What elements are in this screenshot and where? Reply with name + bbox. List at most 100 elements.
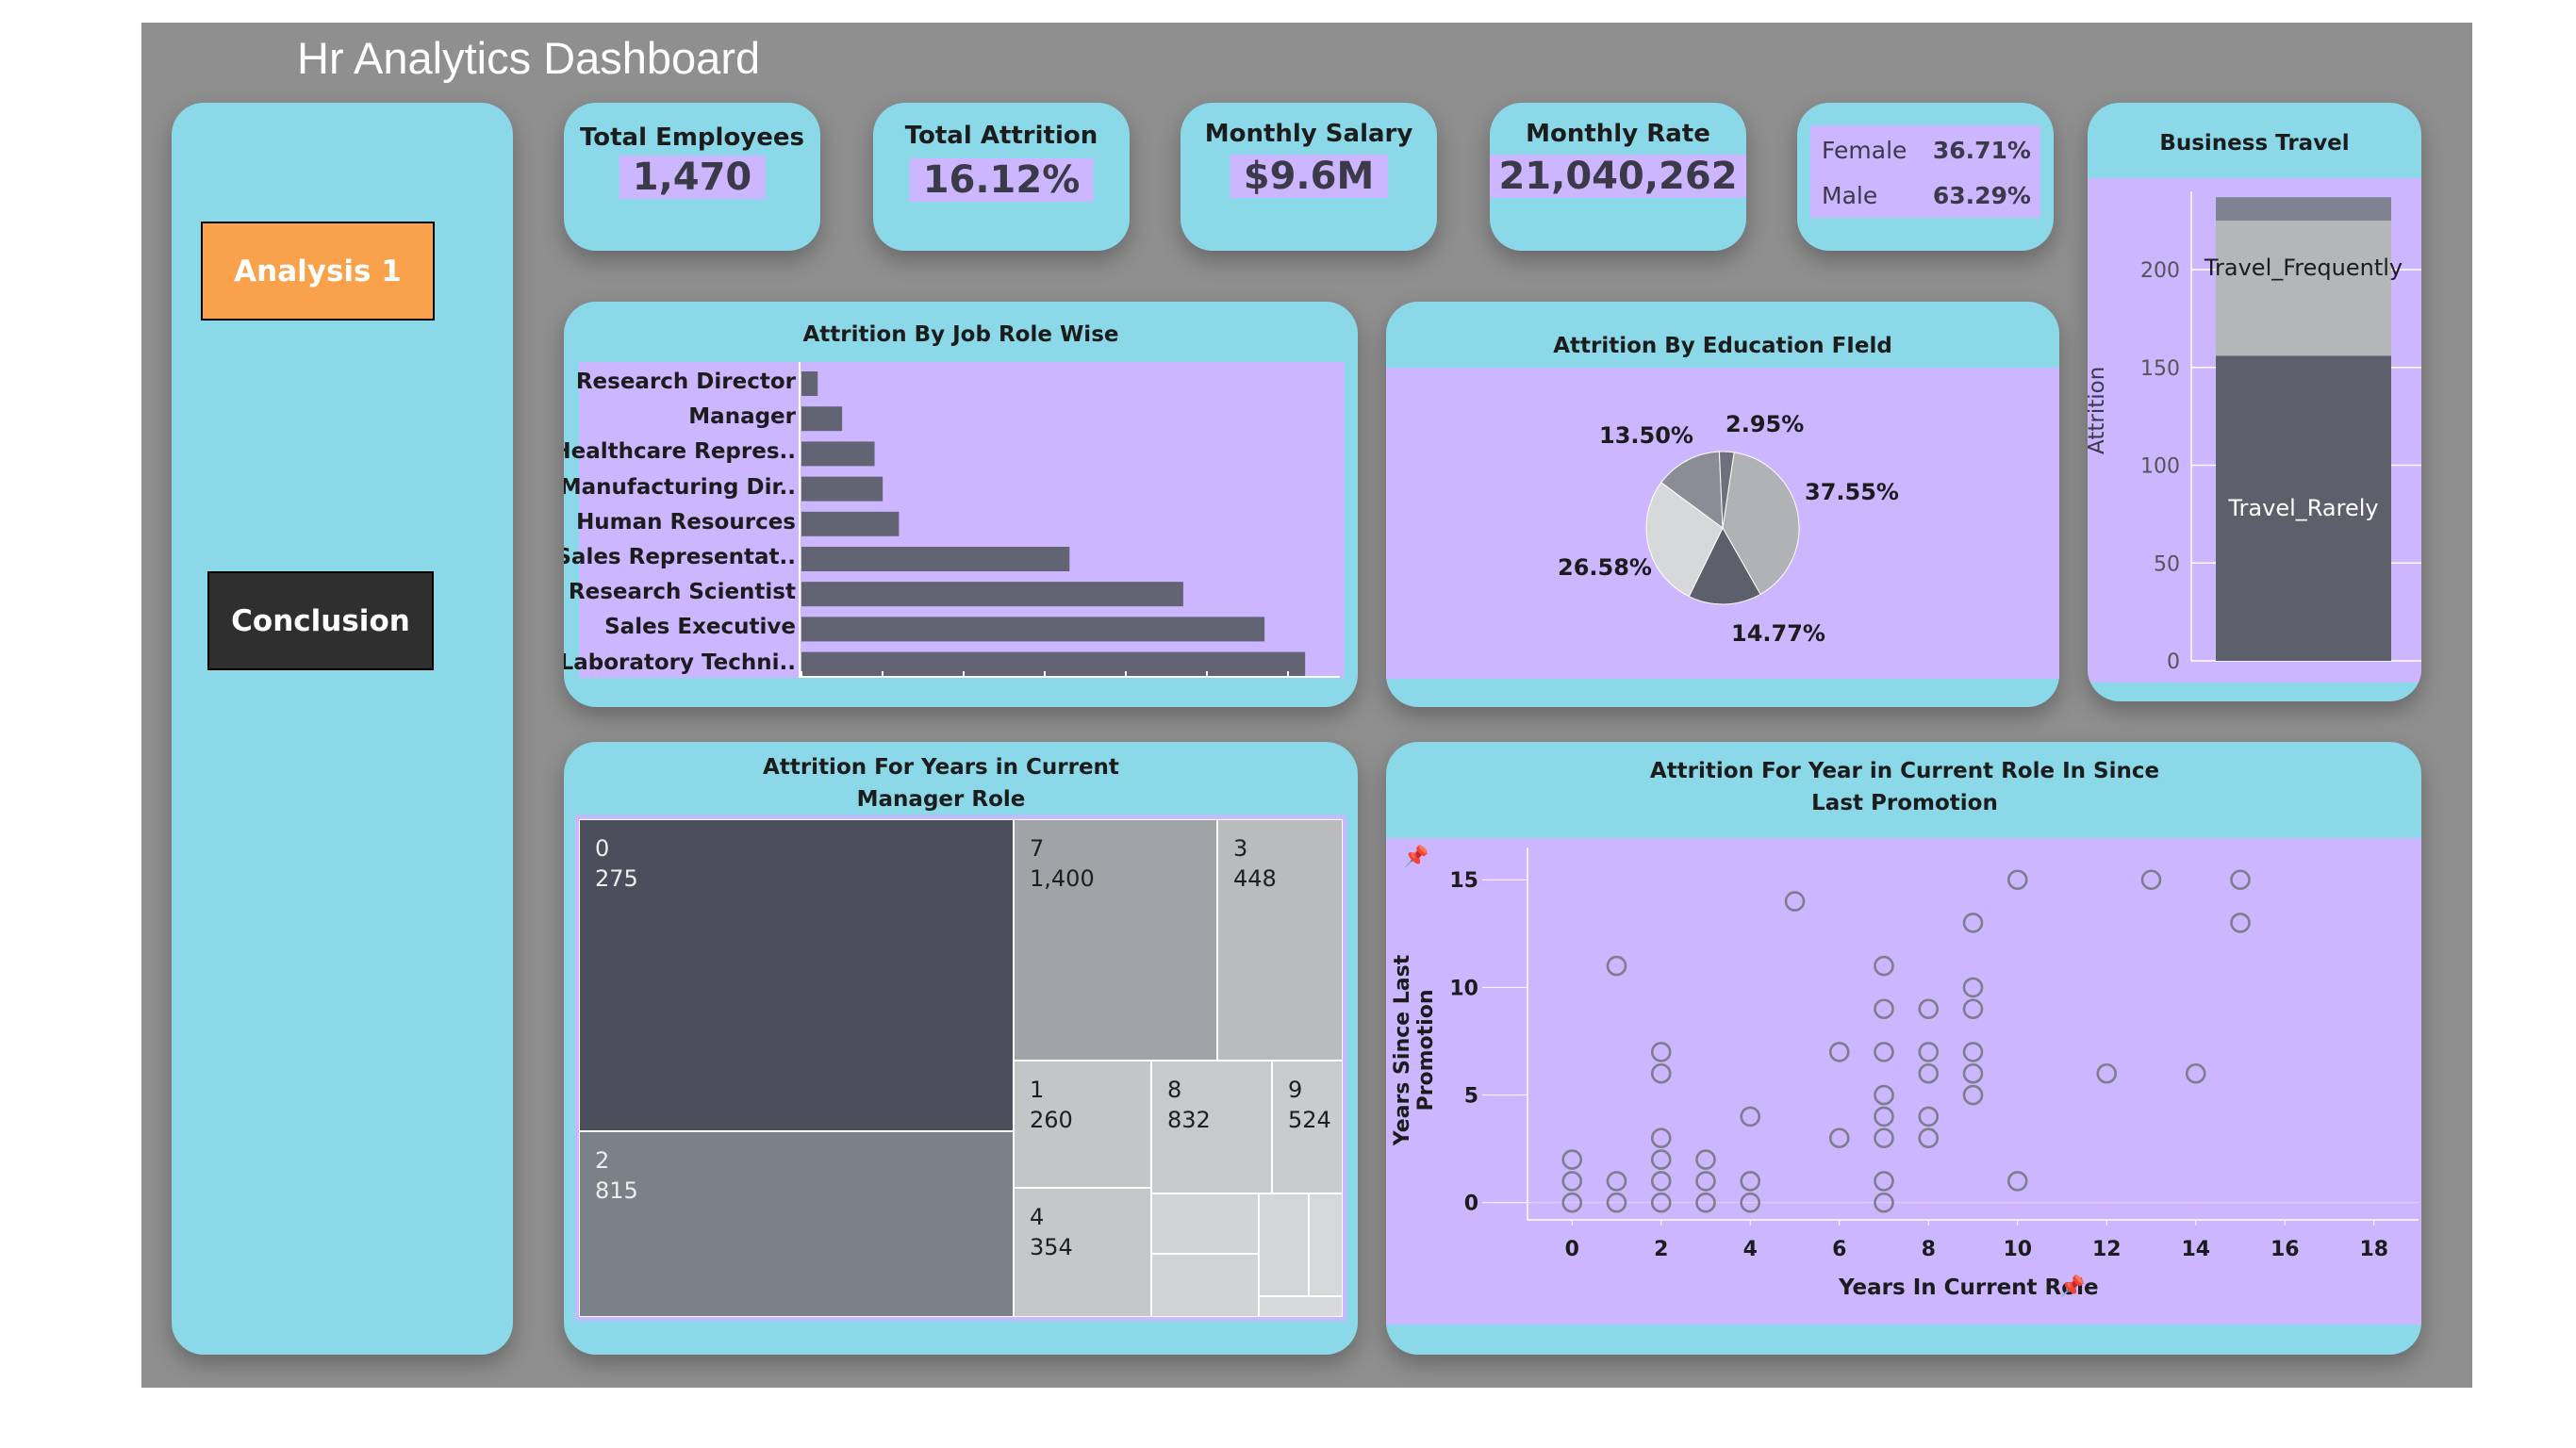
- tick-label: 10: [1449, 977, 1478, 1000]
- job-role-labels: Research Director Manager Healthcare Repre…: [564, 362, 796, 678]
- male-label: Male: [1822, 182, 1878, 209]
- cell-label: 2: [595, 1147, 610, 1174]
- data-point: [1874, 998, 1894, 1020]
- data-point: [1784, 891, 1806, 912]
- bar: [801, 511, 900, 536]
- tick-label: 100: [2140, 455, 2180, 479]
- data-point: [2140, 869, 2162, 891]
- data-point: [1828, 1042, 1850, 1062]
- tick-label: 6: [1832, 1238, 1846, 1261]
- kpi-label: Monthly Rate: [1526, 120, 1710, 148]
- bar: [801, 582, 1183, 607]
- data-point: [1874, 1084, 1894, 1106]
- data-point: [1918, 998, 1940, 1020]
- chart-title: Business Travel: [2159, 131, 2350, 156]
- kpi-total-attrition: Total Attrition 16.12%: [873, 103, 1130, 251]
- treemap-cell-small: [1259, 1296, 1343, 1317]
- data-point: [1918, 1042, 1940, 1062]
- dashboard-canvas: Hr Analytics Dashboard Analysis 1 Conclu…: [141, 23, 2472, 1388]
- data-point: [1918, 1062, 1940, 1084]
- data-point: [1918, 1127, 1940, 1149]
- tick-label: 15: [1449, 869, 1478, 893]
- treemap-cell-0: 0 275: [579, 819, 1014, 1131]
- data-point: [2230, 869, 2251, 891]
- treemap-cell-small: [1151, 1193, 1259, 1254]
- segment-label: Travel_Frequently: [2204, 255, 2403, 281]
- data-point: [2185, 1062, 2206, 1084]
- treemap-cell-small: [1259, 1193, 1309, 1296]
- male-value: 63.29%: [1932, 182, 2031, 209]
- treemap-cell-4: 4 354: [1014, 1188, 1151, 1317]
- business-travel-panel: Business Travel 0 50 100 150 200 Travel_Rarel…: [2088, 103, 2421, 701]
- kpi-monthly-salary: Monthly Salary $9.6M: [1181, 103, 1437, 251]
- tick-label: 14: [2181, 1238, 2210, 1261]
- bar: [801, 617, 1265, 642]
- data-point: [2006, 1171, 2028, 1192]
- cell-label: 8: [1167, 1077, 1182, 1103]
- data-point: [1561, 1171, 1583, 1192]
- kpi-value: 21,040,262: [1490, 155, 1746, 198]
- bar: [801, 441, 875, 467]
- promotion-panel: Attrition For Year in Current Role In Si…: [1386, 742, 2421, 1355]
- tick-label: 4: [1743, 1238, 1758, 1261]
- treemap-cell-small: [1151, 1254, 1259, 1317]
- job-role-panel: Attrition By Job Role Wise Research Dire…: [564, 302, 1358, 707]
- conclusion-button[interactable]: Conclusion: [207, 571, 434, 670]
- data-point: [1650, 1171, 1672, 1192]
- data-point: [1561, 1149, 1583, 1170]
- bar: [801, 406, 843, 432]
- kpi-value: $9.6M: [1230, 155, 1388, 198]
- data-point: [1650, 1149, 1672, 1170]
- treemap-cell-3: 3 448: [1217, 819, 1343, 1061]
- pin-icon[interactable]: 📌: [2059, 1275, 2085, 1299]
- treemap-cell-1: 1 260: [1014, 1061, 1151, 1188]
- pie-label-26: 26.58%: [1558, 554, 1652, 581]
- data-point: [1962, 1084, 1984, 1106]
- data-point: [1962, 1042, 1984, 1062]
- tick-label: 0: [1565, 1238, 1579, 1261]
- pin-icon[interactable]: 📌: [1403, 846, 1428, 869]
- cell-value: 448: [1233, 865, 1277, 892]
- treemap-cell-8: 8 832: [1151, 1061, 1272, 1193]
- promotion-scatter: 0 5 10 15 0 2 4 6 8 10 12 14 16 18: [1449, 847, 2419, 1261]
- pie-label-37: 37.55%: [1805, 479, 1899, 505]
- data-point: [1650, 1042, 1672, 1062]
- chart-title: Attrition By Education FIeld: [1553, 334, 1892, 358]
- cell-label: 7: [1030, 835, 1045, 862]
- bar: [801, 371, 818, 396]
- bar-label: Research Director: [575, 370, 796, 394]
- pie-label-2: 2.95%: [1726, 411, 1805, 437]
- kpi-value: 16.12%: [909, 158, 1094, 202]
- treemap-cell-7: 7 1,400: [1014, 819, 1217, 1061]
- bar: [801, 651, 1306, 677]
- education-plot: 37.55% 14.77% 26.58% 13.50% 2.95%: [1386, 368, 2059, 679]
- chart-title: Attrition For Year in Current Role In Si…: [1649, 759, 2160, 815]
- gender-box: Female 36.71% Male 63.29%: [1810, 125, 2040, 218]
- business-travel-plot: 0 50 100 150 200 Travel_Rarely Travel_Frequent…: [2088, 178, 2421, 683]
- treemap-cell-9: 9 524: [1272, 1061, 1343, 1193]
- treemap-cell-small: [1309, 1193, 1343, 1296]
- scatter-plot: 0 5 10 15 0 2 4 6 8 10 12 14 16 18 Years Since Last P…: [1386, 838, 2421, 1325]
- data-point: [1874, 1106, 1894, 1127]
- kpi-label: Total Employees: [579, 123, 804, 152]
- data-point: [1874, 1042, 1894, 1062]
- cell-value: 1,400: [1030, 865, 1095, 892]
- job-role-plot: Research Director Manager Healthcare Repre…: [564, 362, 1345, 678]
- tick-label: 18: [2359, 1238, 2388, 1261]
- data-point: [1962, 913, 1984, 933]
- cell-value: 524: [1288, 1107, 1331, 1133]
- business-travel-chart: 0 50 100 150 200 Travel_Rarely Travel_Frequent…: [2140, 191, 2421, 674]
- treemap-cell-2: 2 815: [579, 1131, 1014, 1317]
- cell-value: 275: [595, 865, 638, 892]
- female-label: Female: [1822, 137, 1907, 164]
- analysis-button[interactable]: Analysis 1: [201, 222, 435, 321]
- data-point: [1650, 1062, 1672, 1084]
- kpi-gender-split: Female 36.71% Male 63.29%: [1797, 103, 2054, 251]
- y-axis-title: Years Since Last Promotion: [1391, 954, 1438, 1146]
- data-point: [1874, 1171, 1894, 1192]
- data-point: [1918, 1106, 1940, 1127]
- tick-label: 10: [2003, 1238, 2032, 1261]
- tick-label: 16: [2271, 1238, 2300, 1261]
- bar-label: Laboratory Techni..: [564, 650, 796, 675]
- job-role-chart: [799, 362, 1340, 678]
